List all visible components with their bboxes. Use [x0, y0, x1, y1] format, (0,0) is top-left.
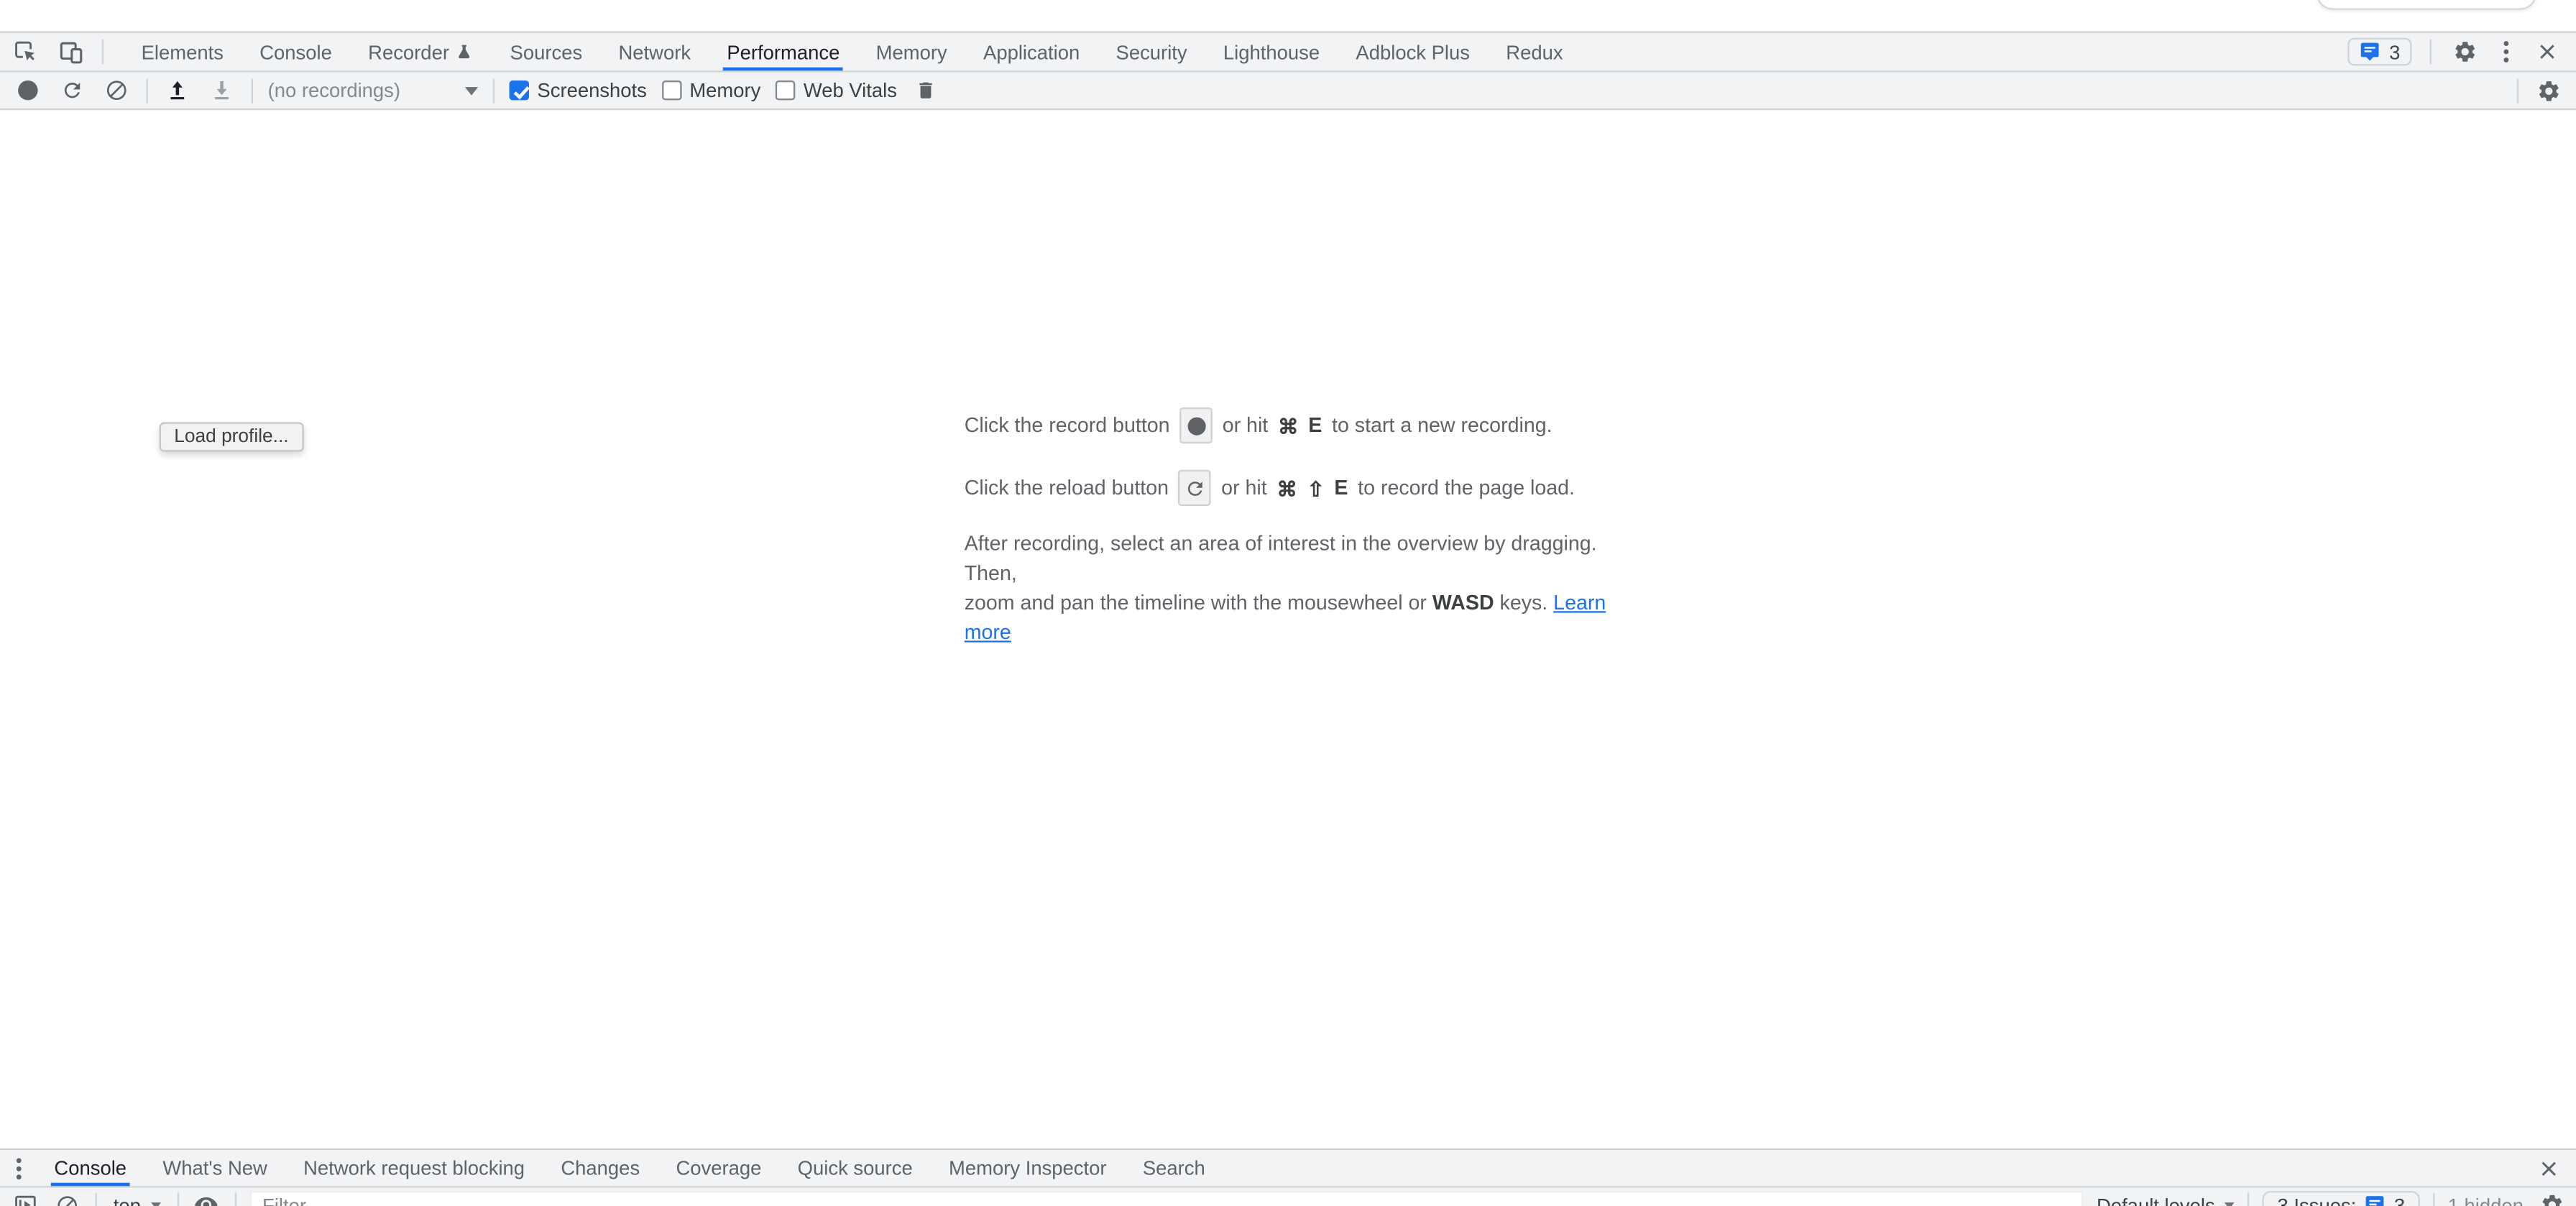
e-key-glyph: E	[1334, 477, 1348, 500]
reload-instruction-row: Click the reload button or hit ⌘ ⇧ E to …	[965, 470, 1612, 506]
reload-button-illustration[interactable]	[1179, 470, 1212, 506]
garbage-collect-icon[interactable]	[912, 75, 942, 105]
memory-checkbox[interactable]: Memory	[661, 79, 760, 102]
clear-console-icon[interactable]	[52, 1190, 82, 1206]
record-instruction-row: Click the record button or hit ⌘ E to st…	[965, 408, 1612, 443]
recordings-select[interactable]: (no recordings)	[268, 79, 479, 102]
drawer-tab-changes[interactable]: Changes	[543, 1150, 658, 1186]
issues-bubble-icon	[2365, 1195, 2386, 1206]
tab-redux[interactable]: Redux	[1488, 33, 1581, 71]
drawer-tab-network-request-blocking[interactable]: Network request blocking	[285, 1150, 543, 1186]
devtools-window: Elements Console Recorder Sources Networ…	[0, 0, 2576, 1206]
tab-sources[interactable]: Sources	[492, 33, 600, 71]
devtools-tabbar: Elements Console Recorder Sources Networ…	[0, 31, 2576, 72]
separator	[2517, 78, 2518, 103]
checkbox-checked-icon	[510, 80, 529, 100]
panel-tabs: Elements Console Recorder Sources Networ…	[123, 33, 1581, 71]
device-toolbar-icon[interactable]	[56, 37, 86, 66]
javascript-context-select[interactable]: top	[110, 1194, 164, 1206]
record-button[interactable]	[13, 75, 42, 105]
console-toolbar: top Default levels 3 Issues: 3 1 hidden	[0, 1188, 2576, 1206]
log-levels-select[interactable]: Default levels	[2097, 1194, 2235, 1206]
separator	[146, 78, 147, 103]
tab-lighthouse[interactable]: Lighthouse	[1205, 33, 1338, 71]
browser-popup-fragment	[2317, 0, 2536, 10]
record-dot-icon	[18, 80, 37, 100]
drawer-tab-console[interactable]: Console	[36, 1150, 144, 1186]
reload-and-record-button[interactable]	[58, 75, 87, 105]
settings-gear-icon[interactable]	[2450, 37, 2479, 66]
console-settings-gear-icon[interactable]	[2536, 1190, 2566, 1206]
save-profile-icon	[207, 75, 236, 105]
cmd-key-glyph: ⌘	[1276, 476, 1297, 500]
drawer-tab-memory-inspector[interactable]: Memory Inspector	[931, 1150, 1125, 1186]
usage-hint-paragraph: After recording, select an area of inter…	[965, 529, 1612, 648]
tab-application[interactable]: Application	[965, 33, 1098, 71]
live-expression-eye-icon[interactable]	[192, 1190, 221, 1206]
tabbar-right-controls: 3	[2348, 33, 2576, 71]
inspect-element-icon[interactable]	[10, 37, 40, 66]
issues-count: 3	[2389, 40, 2400, 63]
load-profile-tooltip: Load profile...	[160, 422, 303, 451]
drawer-tab-search[interactable]: Search	[1125, 1150, 1223, 1186]
drawer-tab-quick-source[interactable]: Quick source	[780, 1150, 931, 1186]
chevron-down-icon	[465, 86, 478, 94]
separator	[102, 40, 104, 64]
hidden-messages-count: 1 hidden	[2448, 1194, 2524, 1206]
separator	[234, 1192, 236, 1206]
record-button-illustration[interactable]	[1179, 408, 1213, 443]
screenshots-checkbox[interactable]: Screenshots	[510, 79, 647, 102]
tab-performance[interactable]: Performance	[709, 33, 857, 71]
wasd-keys: WASD	[1432, 592, 1494, 614]
console-issues-button[interactable]: 3 Issues: 3	[2263, 1191, 2420, 1206]
drawer-tabs: Console What's New Network request block…	[36, 1150, 1223, 1186]
load-profile-icon[interactable]	[162, 75, 192, 105]
more-options-icon[interactable]	[2497, 41, 2513, 63]
separator	[2430, 40, 2432, 64]
tab-console[interactable]: Console	[242, 33, 350, 71]
tabbar-tools	[0, 33, 110, 71]
tab-adblock-plus[interactable]: Adblock Plus	[1338, 33, 1488, 71]
checkbox-unchecked-icon	[776, 80, 795, 100]
console-sidebar-toggle-icon[interactable]	[10, 1190, 40, 1206]
issues-bubble-icon	[2360, 41, 2381, 63]
experiment-flask-icon	[456, 42, 474, 61]
tab-elements[interactable]: Elements	[123, 33, 242, 71]
chevron-down-icon	[2225, 1202, 2235, 1206]
e-key-glyph: E	[1308, 414, 1322, 437]
shift-key-glyph: ⇧	[1307, 476, 1325, 500]
console-filter-input[interactable]	[249, 1190, 2084, 1206]
issues-counter-button[interactable]: 3	[2348, 38, 2411, 66]
checkbox-unchecked-icon	[661, 80, 681, 100]
capture-settings-gear-icon[interactable]	[2534, 75, 2563, 105]
issues-count: 3	[2394, 1194, 2405, 1206]
separator	[2248, 1192, 2249, 1206]
separator	[177, 1192, 178, 1206]
drawer-tab-whats-new[interactable]: What's New	[144, 1150, 285, 1186]
page-top-strip	[0, 0, 2576, 31]
drawer-menu-icon[interactable]	[0, 1150, 36, 1186]
performance-panel: Load profile... Click the record button …	[0, 408, 2576, 1149]
record-dot-icon	[1187, 416, 1205, 434]
drawer-tabbar: Console What's New Network request block…	[0, 1149, 2576, 1188]
separator	[252, 78, 253, 103]
performance-toolbar: (no recordings) Screenshots Memory Web V…	[0, 73, 2576, 111]
tab-security[interactable]: Security	[1098, 33, 1205, 71]
drawer-tab-coverage[interactable]: Coverage	[658, 1150, 779, 1186]
chevron-down-icon	[151, 1202, 161, 1206]
tab-recorder[interactable]: Recorder	[350, 33, 492, 71]
close-devtools-icon[interactable]	[2531, 37, 2561, 66]
clear-recording-icon[interactable]	[102, 75, 132, 105]
tab-memory[interactable]: Memory	[858, 33, 965, 71]
cmd-key-glyph: ⌘	[1278, 413, 1299, 438]
tab-network[interactable]: Network	[600, 33, 709, 71]
separator	[2433, 1192, 2434, 1206]
close-drawer-icon[interactable]	[2538, 1150, 2576, 1186]
separator	[493, 78, 494, 103]
separator	[96, 1192, 97, 1206]
performance-landing-instructions: Click the record button or hit ⌘ E to st…	[965, 408, 1612, 648]
web-vitals-checkbox[interactable]: Web Vitals	[776, 79, 897, 102]
